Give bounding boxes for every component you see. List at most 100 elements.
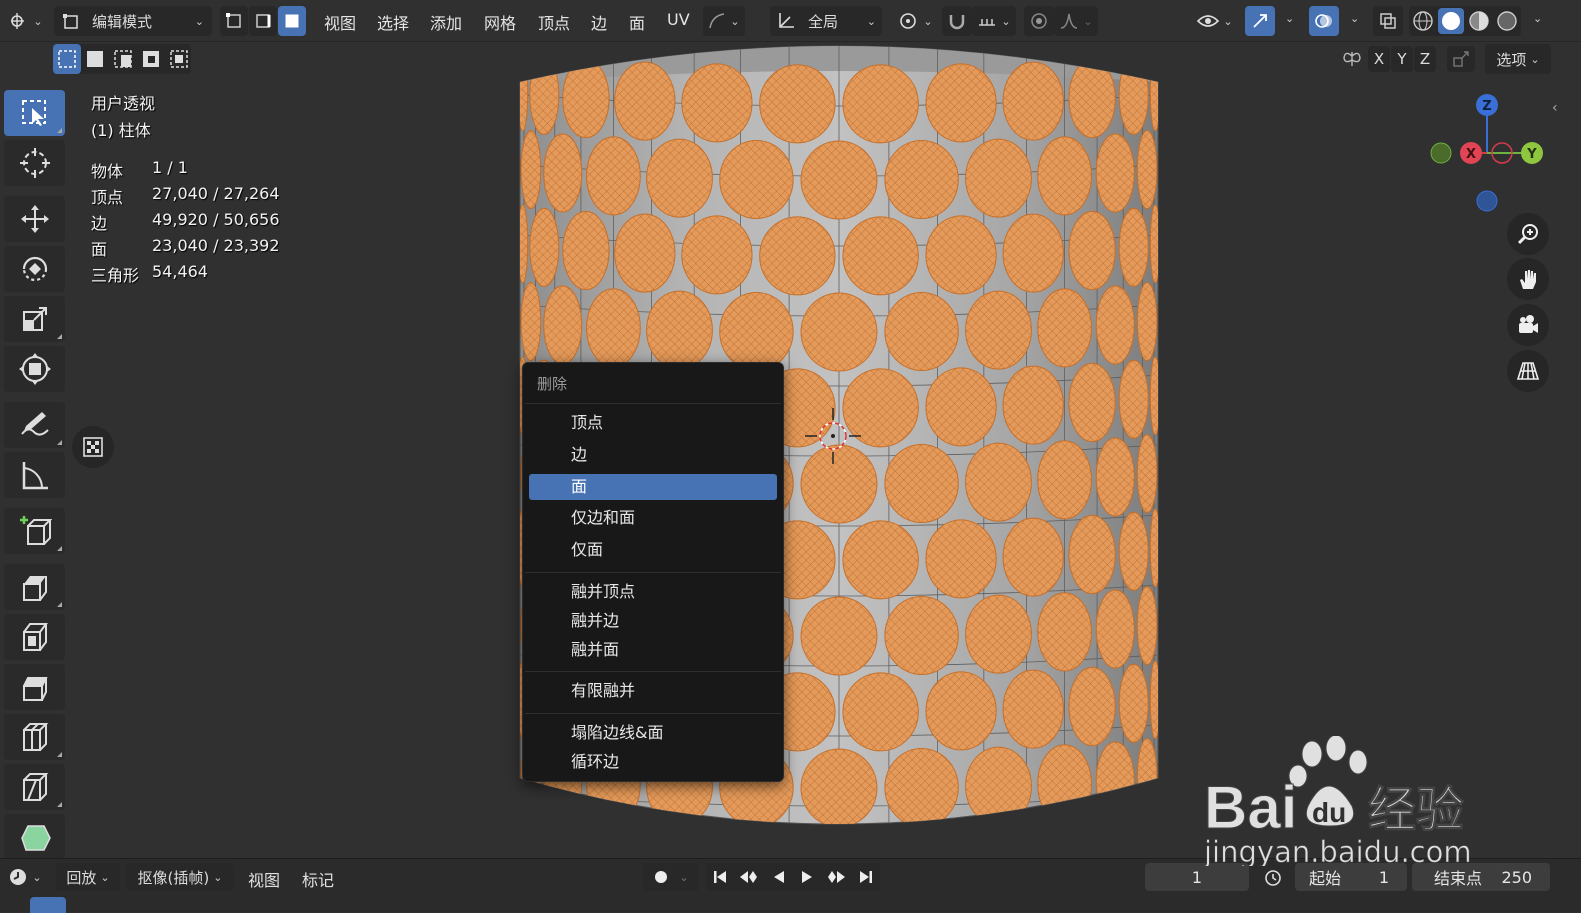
menu-mesh[interactable]: 网格 (484, 10, 516, 34)
selected-face[interactable] (562, 211, 610, 291)
selected-face[interactable] (842, 672, 919, 752)
selected-face[interactable] (1068, 211, 1116, 291)
selected-face[interactable] (586, 136, 641, 216)
menu-add[interactable]: 添加 (430, 10, 462, 34)
menu-item-collapse-edges-faces[interactable]: 塌陷边线&面 (529, 720, 777, 746)
selected-face[interactable] (965, 442, 1032, 522)
xray-toggle[interactable] (1373, 6, 1403, 36)
axis-z-toggle[interactable]: Z (1414, 46, 1436, 72)
selected-face[interactable] (1136, 434, 1158, 514)
selected-face[interactable] (518, 812, 529, 854)
selected-face[interactable] (1149, 660, 1160, 740)
measure-tool[interactable] (4, 452, 65, 498)
timeline-editor-type[interactable]: ⌄ (4, 863, 46, 891)
camera-view-button[interactable] (1507, 304, 1549, 346)
selected-face[interactable] (925, 519, 997, 599)
snap-toggle[interactable] (942, 6, 972, 36)
selected-face[interactable] (543, 133, 583, 213)
selected-face[interactable] (800, 444, 878, 524)
menu-item-edges-faces-only[interactable]: 仅边和面 (529, 505, 777, 531)
annotate-tool[interactable] (4, 402, 65, 448)
menu-vertex[interactable]: 顶点 (538, 10, 570, 34)
selected-face[interactable] (1118, 359, 1149, 439)
gizmo-toggle[interactable] (1245, 6, 1275, 36)
start-frame-field[interactable]: 起始 1 (1295, 863, 1407, 891)
poly-build-tool[interactable] (4, 814, 65, 860)
selected-face[interactable] (681, 215, 753, 295)
selected-face[interactable] (925, 823, 997, 854)
selected-face[interactable] (646, 290, 713, 370)
pan-button[interactable] (1507, 258, 1549, 300)
prev-keyframe-icon[interactable] (739, 869, 759, 885)
selected-face[interactable] (1037, 136, 1092, 216)
menu-edge[interactable]: 边 (591, 10, 607, 34)
selected-face[interactable] (1068, 363, 1116, 443)
menu-item-dissolve-edges[interactable]: 融并边 (529, 608, 777, 634)
transform-orientation-dropdown[interactable]: 全局 ⌄ (770, 6, 882, 36)
selected-face[interactable] (1149, 52, 1160, 132)
selected-face[interactable] (529, 207, 560, 287)
bevel-tool[interactable] (4, 664, 65, 710)
selected-face[interactable] (1068, 667, 1116, 747)
snap-settings-button[interactable]: ⌄ (972, 6, 1016, 36)
selected-face[interactable] (1068, 515, 1116, 595)
selected-face[interactable] (1002, 61, 1064, 141)
play-reverse-icon[interactable] (771, 869, 787, 885)
selected-face[interactable] (1136, 282, 1158, 362)
selected-face[interactable] (1118, 663, 1149, 743)
selected-face[interactable] (842, 368, 919, 448)
selected-face[interactable] (1068, 819, 1116, 854)
cursor-tool[interactable] (4, 140, 65, 186)
selected-face[interactable] (529, 815, 560, 854)
selected-face[interactable] (1136, 130, 1158, 210)
selection-mode-icons[interactable] (53, 44, 191, 74)
selected-face[interactable] (1095, 589, 1135, 669)
selected-face[interactable] (1095, 285, 1135, 365)
end-frame-field[interactable]: 结束点 250 (1412, 863, 1550, 891)
menu-uv[interactable]: UV (667, 10, 690, 29)
transform-tool[interactable] (4, 346, 65, 392)
selected-face[interactable] (800, 140, 878, 220)
falloff-button[interactable]: ⌄ (1054, 6, 1098, 36)
selected-face[interactable] (884, 444, 959, 524)
selected-face[interactable] (884, 596, 959, 676)
mode-selector[interactable]: 编辑模式 ⌄ (54, 6, 212, 36)
jump-end-icon[interactable] (858, 869, 874, 885)
selected-face[interactable] (1095, 437, 1135, 517)
auto-keying-button[interactable]: ⌄ (643, 863, 699, 891)
menu-item-dissolve-vertices[interactable]: 融并顶点 (529, 579, 777, 605)
select-box-tool[interactable] (4, 90, 65, 136)
selected-face[interactable] (543, 285, 583, 365)
selected-face[interactable] (1037, 592, 1092, 672)
selected-face[interactable] (842, 216, 919, 296)
selected-face[interactable] (884, 140, 959, 220)
cylinder-mesh[interactable] (0, 42, 1581, 854)
vertex-select-button[interactable] (220, 6, 248, 36)
menu-item-edges[interactable]: 边 (529, 442, 777, 468)
selected-face[interactable] (646, 138, 713, 218)
selected-face[interactable] (518, 204, 529, 284)
selected-face[interactable] (586, 288, 641, 368)
rotate-tool[interactable] (4, 246, 65, 292)
selected-face[interactable] (800, 292, 878, 372)
selected-face[interactable] (760, 825, 835, 854)
jump-start-icon[interactable] (712, 869, 728, 885)
selected-face[interactable] (1002, 365, 1064, 445)
selected-face[interactable] (520, 130, 542, 210)
play-icon[interactable] (799, 869, 815, 885)
menu-view[interactable]: 视图 (324, 10, 356, 34)
selected-face[interactable] (884, 292, 959, 372)
uv-sync-button[interactable]: ⌄ (703, 6, 745, 36)
navigation-gizmo[interactable]: Z X Y (1420, 86, 1560, 216)
add-cube-tool[interactable] (4, 508, 65, 554)
selected-face[interactable] (562, 819, 610, 854)
selected-face[interactable] (529, 55, 560, 135)
selected-face[interactable] (1149, 356, 1160, 436)
menu-item-faces[interactable]: 面 (529, 474, 777, 500)
selected-face[interactable] (1136, 586, 1158, 666)
selected-face[interactable] (1136, 738, 1158, 818)
selected-face[interactable] (925, 215, 997, 295)
selected-face[interactable] (1037, 440, 1092, 520)
edge-select-button[interactable] (249, 6, 277, 36)
options-dropdown[interactable]: 选项 ⌄ (1485, 44, 1551, 74)
